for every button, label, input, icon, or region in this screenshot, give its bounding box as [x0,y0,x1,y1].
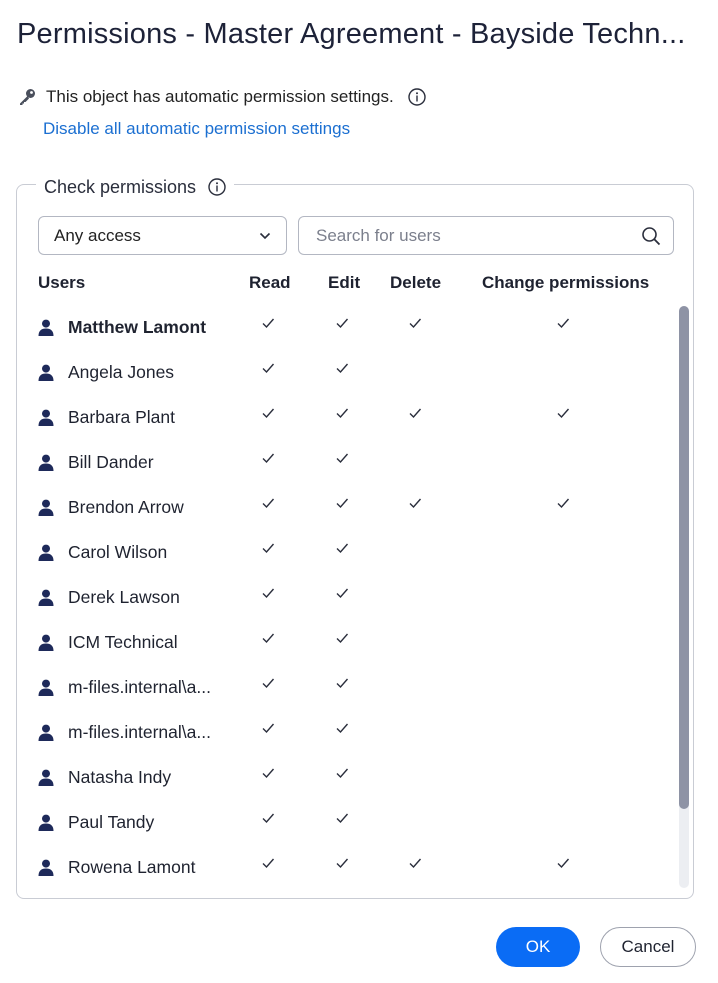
user-search-box[interactable] [298,216,674,255]
check-icon [336,453,349,464]
user-name: m-files.internal\a... [68,722,211,742]
search-icon[interactable] [641,226,661,246]
check-icon [336,318,349,329]
user-icon [38,319,54,336]
check-icon [557,318,570,329]
user-name: Paul Tandy [68,812,155,832]
user-icon [38,859,54,876]
user-name: Brendon Arrow [68,497,184,517]
automatic-permissions-notice: This object has automatic permission set… [17,84,426,110]
check-icon [557,858,570,869]
check-permissions-label: Check permissions [44,176,197,197]
table-row[interactable]: m-files.internal\a... [38,711,674,756]
check-icon [262,543,275,554]
check-icon [557,408,570,419]
user-icon [38,544,54,561]
column-header-users: Users [38,273,86,292]
check-icon [262,363,275,374]
check-icon [336,858,349,869]
check-icon [409,318,422,329]
check-icon [262,723,275,734]
column-header-delete: Delete [390,273,442,292]
column-header-read: Read [249,273,291,292]
user-name: Natasha Indy [68,767,172,787]
table-row[interactable]: m-files.internal\a... [38,666,674,711]
user-name: Carol Wilson [68,542,168,562]
column-header-change-permissions: Change permissions [482,273,650,292]
user-name: Rowena Lamont [68,857,196,877]
user-icon [38,499,54,516]
check-icon [336,408,349,419]
check-icon [336,633,349,644]
user-icon [38,409,54,426]
user-name: ICM Technical [68,632,178,652]
check-icon [262,498,275,509]
check-icon [336,723,349,734]
table-row[interactable]: Derek Lawson [38,576,674,621]
check-icon [262,453,275,464]
user-icon [38,814,54,831]
table-row[interactable]: Bill Dander [38,441,674,486]
user-icon [38,724,54,741]
user-icon [38,364,54,381]
check-icon [336,543,349,554]
info-icon[interactable] [408,88,426,106]
table-row[interactable]: Natasha Indy [38,756,674,801]
check-icon [262,858,275,869]
user-name: m-files.internal\a... [68,677,211,697]
user-icon [38,769,54,786]
check-icon [262,678,275,689]
user-name: Derek Lawson [68,587,180,607]
user-icon [38,679,54,696]
user-name: Angela Jones [68,362,175,382]
user-search-input[interactable] [314,224,641,247]
table-row[interactable]: ICM Technical [38,621,674,666]
user-name: Bill Dander [68,452,154,472]
scrollbar[interactable] [679,306,689,888]
table-row[interactable]: Matthew Lamont [38,306,674,351]
check-icon [262,318,275,329]
check-icon [409,858,422,869]
check-icon [336,588,349,599]
check-icon [336,363,349,374]
check-icon [262,768,275,779]
key-icon [20,89,35,105]
table-row[interactable]: Angela Jones [38,351,674,396]
cancel-button[interactable]: Cancel [600,927,696,967]
check-icon [262,588,275,599]
users-permissions-list: Matthew Lamont Angela Jones Barbara Plant B… [38,306,674,891]
check-icon [557,498,570,509]
user-icon [38,589,54,606]
check-icon [262,813,275,824]
column-header-edit: Edit [328,273,361,292]
info-icon[interactable] [208,178,226,196]
automatic-permissions-text: This object has automatic permission set… [46,87,394,106]
user-name: Matthew Lamont [68,317,207,337]
table-row[interactable]: Brendon Arrow [38,486,674,531]
check-icon [336,498,349,509]
check-icon [336,813,349,824]
check-icon [409,408,422,419]
table-row[interactable]: Rowena Lamont [38,846,674,891]
check-permissions-legend: Check permissions [36,174,235,200]
table-row[interactable]: Paul Tandy [38,801,674,846]
user-icon [38,634,54,651]
check-icon [262,408,275,419]
check-icon [336,678,349,689]
access-filter-dropdown[interactable]: Any access [38,216,287,255]
ok-button[interactable]: OK [496,927,580,967]
chevron-down-icon [259,232,271,239]
dialog-title: Permissions - Master Agreement - Bayside… [17,18,686,50]
check-icon [336,768,349,779]
access-filter-value: Any access [54,225,141,245]
scrollbar-thumb[interactable] [679,306,689,809]
check-icon [262,633,275,644]
table-row[interactable]: Carol Wilson [38,531,674,576]
user-icon [38,454,54,471]
user-name: Barbara Plant [68,407,176,427]
check-icon [409,498,422,509]
disable-automatic-permissions-link[interactable]: Disable all automatic permission setting… [43,119,350,139]
table-row[interactable]: Barbara Plant [38,396,674,441]
